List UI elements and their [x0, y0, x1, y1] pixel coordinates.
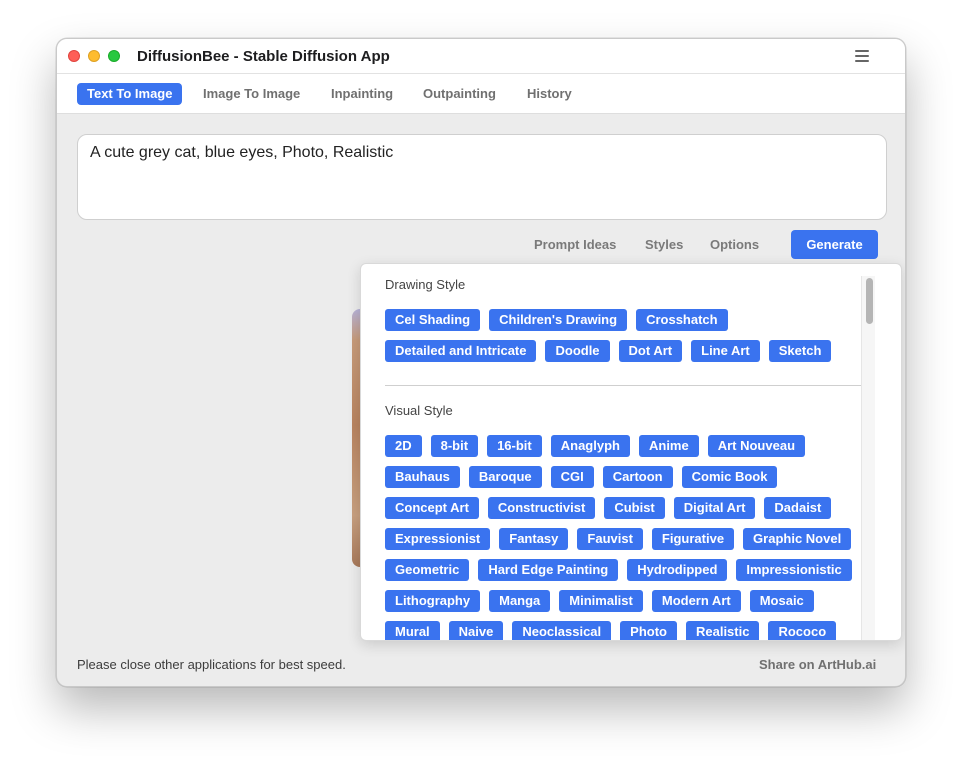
style-chip-dot-art[interactable]: Dot Art [618, 340, 683, 362]
style-chip-cel-shading[interactable]: Cel Shading [385, 309, 481, 331]
drawing-style-heading: Drawing Style [385, 277, 466, 292]
style-chip-neoclassical[interactable]: Neoclassical [512, 621, 612, 640]
style-chip-modern-art[interactable]: Modern Art [651, 590, 741, 612]
tab-bar: Text To Image Image To Image Inpainting … [57, 74, 905, 114]
style-chip-hydrodipped[interactable]: Hydrodipped [627, 559, 728, 581]
drawing-style-chips: Cel Shading Children's Drawing Crosshatch D… [385, 309, 863, 362]
style-chip-bauhaus[interactable]: Bauhaus [385, 466, 460, 488]
styles-button[interactable]: Styles [645, 237, 683, 252]
style-chip-anaglyph[interactable]: Anaglyph [550, 435, 630, 457]
generate-button[interactable]: Generate [791, 230, 878, 259]
style-chip-impressionistic[interactable]: Impressionistic [736, 559, 852, 581]
style-chip-comic-book[interactable]: Comic Book [681, 466, 778, 488]
style-chip-children-s-drawing[interactable]: Children's Drawing [489, 309, 628, 331]
section-divider [385, 385, 863, 386]
tab-image-to-image[interactable]: Image To Image [193, 83, 310, 105]
style-chip-constructivist[interactable]: Constructivist [487, 497, 596, 519]
visual-style-heading: Visual Style [385, 403, 453, 418]
app-window: DiffusionBee - Stable Diffusion App Text… [56, 38, 906, 687]
scrollbar-thumb[interactable] [866, 278, 873, 324]
style-chip-expressionist[interactable]: Expressionist [385, 528, 491, 550]
style-chip-manga[interactable]: Manga [489, 590, 551, 612]
style-chip-digital-art[interactable]: Digital Art [673, 497, 756, 519]
tab-inpainting[interactable]: Inpainting [321, 83, 403, 105]
minimize-window-button[interactable] [88, 50, 100, 62]
style-chip-figurative[interactable]: Figurative [651, 528, 735, 550]
style-chip-lithography[interactable]: Lithography [385, 590, 481, 612]
style-chip-sketch[interactable]: Sketch [768, 340, 832, 362]
style-chip-fantasy[interactable]: Fantasy [499, 528, 569, 550]
visual-style-chips: 2D 8-bit 16-bit Anaglyph Anime Art Nouveau Bau… [385, 435, 863, 640]
style-chip-2d[interactable]: 2D [385, 435, 422, 457]
style-chip-fauvist[interactable]: Fauvist [577, 528, 643, 550]
style-chip-dadaist[interactable]: Dadaist [764, 497, 832, 519]
style-chip-graphic-novel[interactable]: Graphic Novel [743, 528, 852, 550]
prompt-input[interactable]: A cute grey cat, blue eyes, Photo, Reali… [77, 134, 887, 220]
styles-dropdown-panel: Drawing Style Cel Shading Children's Draw… [360, 263, 902, 641]
style-chip-16-bit[interactable]: 16-bit [487, 435, 542, 457]
style-chip-doodle[interactable]: Doodle [545, 340, 610, 362]
style-chip-detailed-and-intricate[interactable]: Detailed and Intricate [385, 340, 537, 362]
style-chip-hard-edge-painting[interactable]: Hard Edge Painting [478, 559, 619, 581]
style-chip-geometric[interactable]: Geometric [385, 559, 470, 581]
style-chip-naive[interactable]: Naive [448, 621, 504, 640]
close-window-button[interactable] [68, 50, 80, 62]
style-chip-rococo[interactable]: Rococo [768, 621, 837, 640]
style-chip-8-bit[interactable]: 8-bit [430, 435, 479, 457]
maximize-window-button[interactable] [108, 50, 120, 62]
options-button[interactable]: Options [710, 237, 759, 252]
style-chip-cgi[interactable]: CGI [550, 466, 594, 488]
style-chip-art-nouveau[interactable]: Art Nouveau [707, 435, 806, 457]
app-title: DiffusionBee - Stable Diffusion App [137, 48, 390, 65]
share-arthub-link[interactable]: Share on ArtHub.ai [759, 657, 876, 672]
style-chip-line-art[interactable]: Line Art [691, 340, 760, 362]
styles-scrollbar[interactable] [861, 276, 875, 640]
speed-hint: Please close other applications for best… [77, 657, 346, 672]
style-chip-mosaic[interactable]: Mosaic [749, 590, 814, 612]
style-chip-mural[interactable]: Mural [385, 621, 440, 640]
style-chip-cubist[interactable]: Cubist [604, 497, 665, 519]
style-chip-baroque[interactable]: Baroque [468, 466, 542, 488]
tab-history[interactable]: History [517, 83, 582, 105]
tab-outpainting[interactable]: Outpainting [413, 83, 506, 105]
style-chip-photo[interactable]: Photo [620, 621, 677, 640]
prompt-ideas-button[interactable]: Prompt Ideas [534, 237, 616, 252]
style-chip-crosshatch[interactable]: Crosshatch [636, 309, 728, 331]
style-chip-realistic[interactable]: Realistic [685, 621, 760, 640]
style-chip-minimalist[interactable]: Minimalist [559, 590, 643, 612]
style-chip-cartoon[interactable]: Cartoon [602, 466, 673, 488]
style-chip-concept-art[interactable]: Concept Art [385, 497, 479, 519]
title-bar: DiffusionBee - Stable Diffusion App [57, 39, 905, 74]
style-chip-anime[interactable]: Anime [638, 435, 699, 457]
tab-text-to-image[interactable]: Text To Image [77, 83, 183, 105]
hamburger-menu-icon[interactable] [855, 50, 869, 62]
